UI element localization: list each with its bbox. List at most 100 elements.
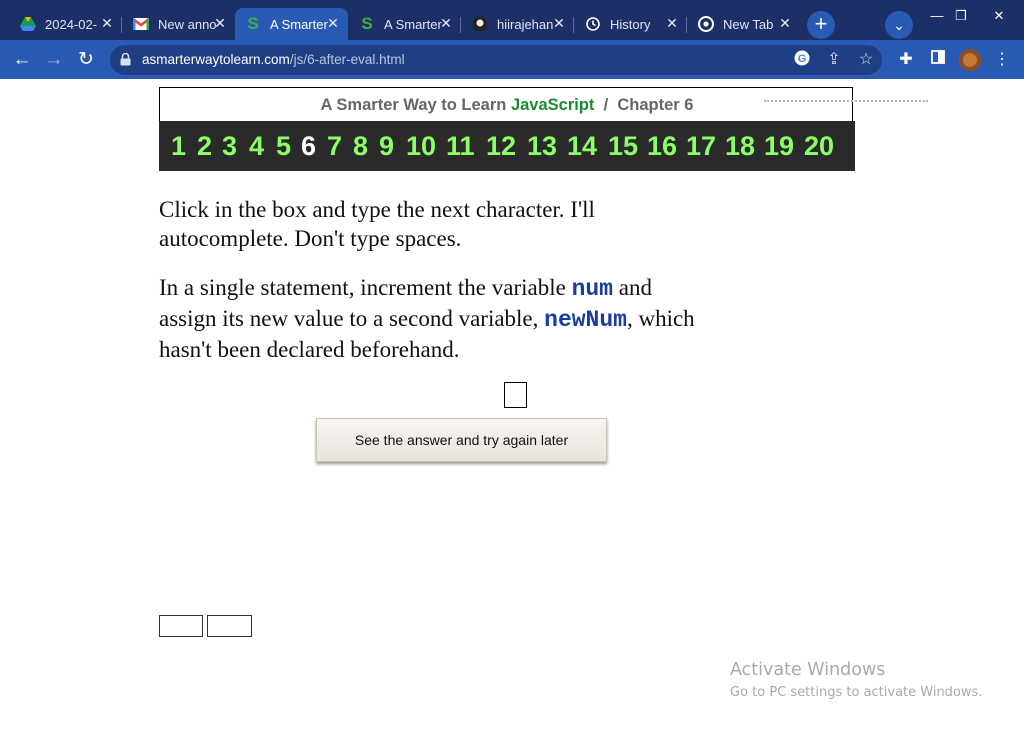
close-tab-icon[interactable]: ✕ [665, 16, 679, 30]
tab-label: 2024-02- [45, 16, 98, 32]
title-prefix: A Smarter Way to Learn [320, 96, 507, 114]
chapter-link[interactable]: 13 [527, 131, 557, 162]
task-text: , which [626, 306, 695, 331]
tab-google-drive[interactable]: 2024-02- ✕ [10, 8, 122, 40]
title-separator: / [603, 96, 609, 114]
task-line: hasn't been declared beforehand. [159, 337, 460, 362]
tab-label: New Tab [723, 16, 774, 32]
close-tab-icon[interactable]: ✕ [326, 16, 340, 30]
extensions-puzzle-icon[interactable]: ✚ [895, 49, 917, 71]
tab-label: New anno [158, 16, 216, 32]
gmail-icon [133, 16, 149, 32]
lock-icon [120, 52, 131, 66]
chapter-link[interactable]: 9 [379, 131, 394, 162]
next-button[interactable] [207, 615, 252, 637]
google-g-icon[interactable]: G [792, 50, 812, 70]
close-tab-icon[interactable]: ✕ [100, 16, 114, 30]
chapter-link[interactable]: 10 [406, 131, 436, 162]
new-tab-button[interactable]: + [807, 11, 835, 39]
share-icon[interactable]: ⇪ [824, 50, 844, 70]
chapter-link[interactable]: 3 [222, 131, 237, 162]
task-line: In a single statement, increment the var… [159, 273, 695, 304]
google-drive-icon [20, 16, 36, 32]
browser-tab-bar: 2024-02- ✕ New anno ✕ S A Smarter ✕ S A … [0, 0, 1024, 40]
chapter-current: 6 [301, 131, 317, 161]
tab-label: History [610, 16, 651, 32]
tab-separator [686, 17, 687, 33]
activate-windows-title: Activate Windows [730, 660, 886, 680]
code-variable: newNum [544, 307, 627, 333]
chapter-link[interactable]: 12 [486, 131, 516, 162]
tab-search-chevron-icon[interactable]: ⌄ [885, 11, 913, 39]
chapter-link[interactable]: 4 [249, 131, 264, 162]
chapter-link[interactable]: 1 [171, 131, 186, 162]
answer-input[interactable] [504, 382, 527, 408]
instruction-line: Click in the box and type the next chara… [159, 197, 595, 222]
title-chapter: Chapter 6 [617, 96, 694, 114]
github-icon [472, 16, 488, 32]
lesson-header: A Smarter Way to Learn JavaScript / Chap… [159, 87, 853, 121]
chapter-link[interactable]: 11 [446, 131, 475, 162]
chapter-link[interactable]: 20 [804, 131, 834, 162]
url-text: asmarterwaytolearn.com/js/6-after-eval.h… [142, 52, 405, 67]
tab-separator [460, 17, 461, 33]
tab-separator [573, 17, 574, 33]
tab-label: hiirajehan [497, 16, 554, 32]
page-title: A Smarter Way to Learn JavaScript / Chap… [160, 96, 854, 115]
close-window-icon[interactable]: ✕ [984, 6, 1014, 26]
svg-text:G: G [798, 53, 807, 65]
task-text: assign its new value to a second variabl… [159, 306, 539, 331]
url-domain: asmarterwaytolearn.com [142, 52, 290, 67]
tab-new-tab[interactable]: New Tab ✕ [688, 8, 800, 40]
task-prompt: In a single statement, increment the var… [159, 273, 695, 364]
url-path: /js/6-after-eval.html [289, 52, 405, 67]
profile-avatar[interactable] [959, 49, 981, 71]
see-answer-button[interactable]: See the answer and try again later [316, 418, 607, 462]
address-bar[interactable]: asmarterwaytolearn.com/js/6-after-eval.h… [110, 45, 882, 75]
chapter-link[interactable]: 5 [276, 131, 291, 162]
tab-github[interactable]: hiirajehan ✕ [462, 8, 574, 40]
tab-smarterway-active[interactable]: S A Smarter ✕ [235, 8, 348, 40]
chapter-nav: 1 2 3 4 5 6 7 8 9 10 11 12 13 14 15 16 1… [159, 121, 855, 171]
bookmark-star-icon[interactable]: ☆ [856, 50, 876, 70]
more-menu-icon[interactable]: ⋮ [991, 49, 1013, 71]
chapter-link[interactable]: 18 [725, 131, 755, 162]
history-icon [585, 16, 601, 32]
restore-icon[interactable]: ❐ [946, 6, 976, 26]
title-language: JavaScript [510, 96, 595, 114]
tab-smarterway[interactable]: S A Smarter ✕ [349, 8, 461, 40]
code-variable: num [571, 276, 613, 302]
chapter-link[interactable]: 15 [608, 131, 638, 162]
chapter-link[interactable]: 7 [327, 131, 342, 162]
smarterway-s-icon: S [247, 14, 259, 33]
instruction-line: autocomplete. Don't type spaces. [159, 226, 462, 251]
chapter-link[interactable]: 16 [647, 131, 677, 162]
close-tab-icon[interactable]: ✕ [213, 16, 227, 30]
prev-button[interactable] [159, 615, 203, 637]
instructions: Click in the box and type the next chara… [159, 195, 595, 253]
chrome-icon [698, 16, 714, 32]
close-tab-icon[interactable]: ✕ [439, 16, 453, 30]
task-line: assign its new value to a second variabl… [159, 304, 695, 335]
tab-history[interactable]: History ✕ [575, 8, 687, 40]
task-text: In a single statement, increment the var… [159, 275, 566, 300]
chapter-link[interactable]: 19 [764, 131, 794, 162]
tab-label: A Smarter [384, 16, 442, 32]
tab-label: A Smarter [270, 16, 328, 32]
dotted-rule [764, 100, 928, 105]
forward-icon[interactable]: → [42, 48, 66, 72]
chapter-link[interactable]: 8 [353, 131, 368, 162]
side-panel-icon[interactable] [927, 49, 949, 71]
chapter-link[interactable]: 17 [686, 131, 716, 162]
back-icon[interactable]: ← [10, 48, 34, 72]
close-tab-icon[interactable]: ✕ [552, 16, 566, 30]
tab-gmail[interactable]: New anno ✕ [123, 8, 235, 40]
close-tab-icon[interactable]: ✕ [778, 16, 792, 30]
chapter-link[interactable]: 14 [567, 131, 597, 162]
browser-toolbar: ← → ↻ asmarterwaytolearn.com/js/6-after-… [0, 40, 1024, 79]
chapter-link[interactable]: 2 [197, 131, 212, 162]
task-text: and [618, 275, 652, 300]
smarterway-s-icon: S [361, 14, 373, 33]
activate-windows-subtitle: Go to PC settings to activate Windows. [730, 685, 983, 700]
reload-icon[interactable]: ↻ [74, 48, 98, 72]
